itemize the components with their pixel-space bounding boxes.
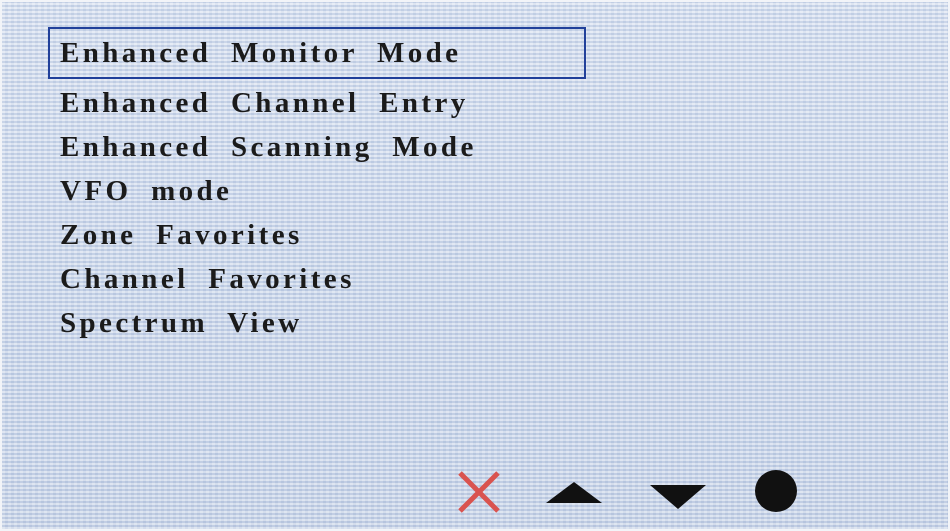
- softkey-bar: [454, 467, 804, 517]
- scroll-down-button[interactable]: [648, 467, 706, 517]
- radio-display-screen: Enhanced Monitor Mode Enhanced Channel E…: [0, 0, 950, 531]
- menu-item-spectrum-view[interactable]: Spectrum View: [48, 299, 310, 343]
- menu-item-zone-favorites[interactable]: Zone Favorites: [48, 211, 311, 255]
- menu-item-channel-favorites[interactable]: Channel Favorites: [48, 255, 363, 299]
- close-icon: [458, 471, 500, 513]
- menu-item-enhanced-monitor-mode[interactable]: Enhanced Monitor Mode: [48, 27, 586, 79]
- filled-circle-icon: [755, 470, 797, 512]
- select-button[interactable]: [750, 467, 802, 517]
- menu-item-enhanced-scanning-mode[interactable]: Enhanced Scanning Mode: [48, 123, 485, 167]
- menu-item-enhanced-channel-entry[interactable]: Enhanced Channel Entry: [48, 79, 477, 123]
- triangle-up-icon: [546, 482, 602, 503]
- triangle-down-icon: [650, 485, 706, 509]
- close-button[interactable]: [454, 467, 506, 517]
- settings-menu: Enhanced Monitor Mode Enhanced Channel E…: [48, 27, 586, 343]
- menu-item-vfo-mode[interactable]: VFO mode: [48, 167, 240, 211]
- scroll-up-button[interactable]: [544, 467, 602, 517]
